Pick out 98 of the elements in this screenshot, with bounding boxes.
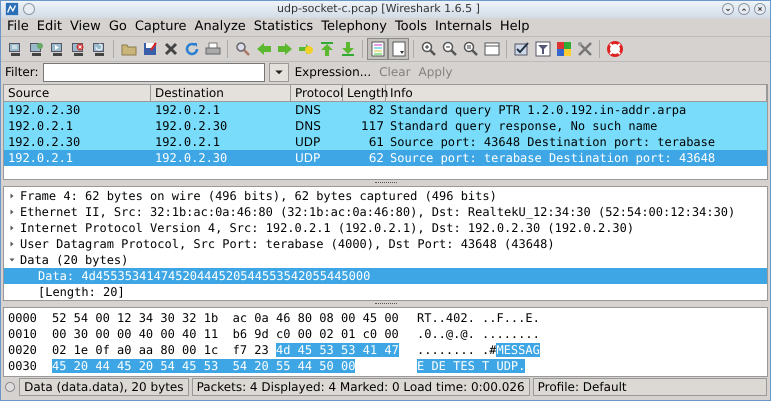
ascii-text: ........ .# bbox=[417, 343, 496, 358]
packet-row[interactable]: 192.0.2.30 192.0.2.1 DNS 82 Standard query PTR 1.2.0.192.in-addr.arpa bbox=[4, 102, 767, 118]
table-cell: DNS bbox=[295, 102, 321, 117]
table-cell: DNS bbox=[295, 118, 321, 133]
toolbar-button[interactable] bbox=[388, 38, 409, 60]
zoom-in-icon bbox=[420, 40, 436, 57]
capture-start-icon bbox=[48, 40, 64, 57]
table-cell: 192.0.2.1 bbox=[8, 118, 74, 133]
floppy-icon bbox=[142, 40, 158, 57]
tools-icon bbox=[576, 40, 592, 57]
palette-icon bbox=[556, 40, 572, 57]
menu-item[interactable]: Analyze bbox=[190, 18, 250, 35]
filter-label: Filter: bbox=[5, 64, 39, 82]
table-cell: 61 bbox=[368, 134, 384, 149]
ascii-text: RT..402. ..F...E. bbox=[417, 311, 540, 326]
hex-offset: 0010 bbox=[8, 326, 38, 342]
menu-item[interactable]: Go bbox=[104, 18, 131, 35]
ascii-text: .0..@.@. ........ bbox=[417, 327, 540, 342]
scroll-window-icon bbox=[390, 40, 406, 57]
colored-list-icon bbox=[370, 40, 386, 57]
dropdown-button[interactable] bbox=[268, 62, 289, 82]
table-cell: 192.0.2.1 bbox=[155, 134, 220, 149]
menu-item[interactable]: Internals bbox=[430, 18, 496, 35]
hex-bytes: 02 1e 0f a0 aa 80 00 1c f7 23 bbox=[52, 343, 270, 358]
tree-row[interactable]: Data (20 bytes) bbox=[4, 252, 767, 268]
menu-item[interactable]: Telephony bbox=[317, 18, 391, 35]
status-profile[interactable]: Profile: Default bbox=[532, 378, 767, 396]
capture-stop-icon bbox=[70, 40, 86, 57]
splitter-handle[interactable] bbox=[374, 303, 396, 306]
table-cell: UDP bbox=[295, 134, 320, 149]
tree-row[interactable]: Frame 4: 62 bytes on wire (496 bits), 62 bytes captured (496 bits) bbox=[4, 188, 767, 204]
tree-label: Data: 4d45535341474520444520544553542055445000 bbox=[38, 268, 370, 284]
close-icon bbox=[162, 40, 178, 57]
packet-row[interactable]: 192.0.2.1 192.0.2.30 DNS 117 Standard query response, No such name bbox=[4, 118, 767, 134]
table-cell: 62 bbox=[368, 150, 384, 165]
search-icon bbox=[234, 40, 250, 57]
close-button[interactable] bbox=[754, 3, 766, 16]
menu-item[interactable]: File bbox=[3, 18, 33, 35]
lifebuoy-icon bbox=[606, 40, 622, 57]
table-cell: 192.0.2.30 bbox=[8, 134, 80, 149]
tree-label: Frame 4: 62 bytes on wire (496 bits), 62 bytes captured (496 bits) bbox=[20, 188, 497, 204]
tree-label: Data (20 bytes) bbox=[20, 252, 128, 268]
magnifier-icon bbox=[462, 40, 478, 57]
printer-icon bbox=[204, 40, 220, 57]
table-cell: UDP bbox=[295, 150, 320, 165]
table-cell: Source port: 43648 Destination port: terabase bbox=[390, 134, 716, 149]
hex-offset: 0030 bbox=[8, 358, 38, 374]
filter-icon bbox=[534, 40, 550, 57]
expert-info-icon bbox=[4, 380, 16, 394]
filter-button[interactable]: Expression... bbox=[292, 63, 374, 82]
left-arrow-icon bbox=[256, 40, 272, 57]
toolbar-button[interactable] bbox=[367, 38, 388, 60]
checklist-icon bbox=[514, 40, 530, 57]
tree-label: [Length: 20] bbox=[38, 284, 125, 300]
down-arrow-icon bbox=[340, 40, 356, 57]
hex-offset: 0020 bbox=[8, 342, 38, 358]
splitter-handle[interactable] bbox=[374, 182, 396, 184]
tree-row[interactable]: Internet Protocol Version 4, Src: 192.0.2.1 (192.0.2.1), Dst: 192.0.2.30 (192.0.2.30) bbox=[4, 220, 767, 236]
window-menu-button[interactable] bbox=[23, 3, 35, 16]
table-cell: Standard query response, No such name bbox=[390, 118, 658, 133]
table-cell: Source port: terabase Destination port: 43648 bbox=[390, 150, 716, 165]
capture-options-icon bbox=[28, 40, 44, 57]
hex-bytes: 00 30 00 00 40 00 40 11 b6 9d c0 00 02 01 c0 00 bbox=[52, 327, 399, 342]
table-cell: 82 bbox=[368, 102, 384, 117]
menu-item[interactable]: Statistics bbox=[250, 18, 318, 35]
maximize-button[interactable] bbox=[738, 3, 750, 16]
window-icon bbox=[484, 40, 500, 57]
menu-item[interactable]: Edit bbox=[32, 18, 66, 35]
table-cell: 192.0.2.30 bbox=[155, 118, 228, 133]
menu-item[interactable]: View bbox=[66, 18, 105, 35]
capture-restart-icon bbox=[90, 40, 106, 57]
menu-item[interactable]: Help bbox=[496, 18, 534, 35]
table-cell: 192.0.2.1 bbox=[155, 102, 220, 117]
table-cell: 192.0.2.30 bbox=[8, 102, 80, 117]
menu-item[interactable]: Tools bbox=[390, 18, 431, 35]
app-icon bbox=[5, 2, 19, 16]
table-cell: 117 bbox=[361, 118, 384, 133]
interface-list-icon bbox=[6, 40, 22, 57]
zoom-out-icon bbox=[442, 40, 458, 57]
reload-icon bbox=[184, 40, 200, 57]
hex-bytes: 52 54 00 12 34 30 32 1b ac 0a 46 80 08 00 45 00 bbox=[52, 311, 399, 326]
tree-label: Internet Protocol Version 4, Src: 192.0.2.1 (192.0.2.1), Dst: 192.0.2.30 (192.0.2.30) bbox=[20, 220, 634, 236]
up-arrow-icon bbox=[318, 40, 334, 57]
status-field: Data (data.data), 20 bytes bbox=[19, 378, 189, 396]
right-arrow-icon bbox=[276, 40, 292, 57]
menu-item[interactable]: Capture bbox=[130, 18, 191, 35]
filter-field[interactable] bbox=[42, 62, 265, 82]
tree-row[interactable]: User Datagram Protocol, Src Port: terabase (4000), Dst Port: 43648 (43648) bbox=[4, 236, 767, 252]
table-cell: 192.0.2.1 bbox=[8, 150, 74, 165]
status-packets: Packets: 4 Displayed: 4 Marked: 0 Load time: 0:00.026 bbox=[192, 378, 530, 396]
table-cell: 192.0.2.30 bbox=[155, 150, 228, 165]
table-cell: Standard query PTR 1.2.0.192.in-addr.arpa bbox=[390, 102, 686, 117]
tree-label: User Datagram Protocol, Src Port: terabase (4000), Dst Port: 43648 (43648) bbox=[20, 236, 555, 252]
window-title: udp-socket-c.pcap [Wireshark 1.6.5 ] bbox=[276, 1, 481, 18]
tree-row[interactable]: [Length: 20] bbox=[4, 284, 767, 300]
minimize-button[interactable] bbox=[722, 3, 734, 16]
hex-offset: 0000 bbox=[8, 310, 38, 326]
packet-row[interactable]: 192.0.2.30 192.0.2.1 UDP 61 Source port: 43648 Destination port: terabase bbox=[4, 134, 767, 150]
